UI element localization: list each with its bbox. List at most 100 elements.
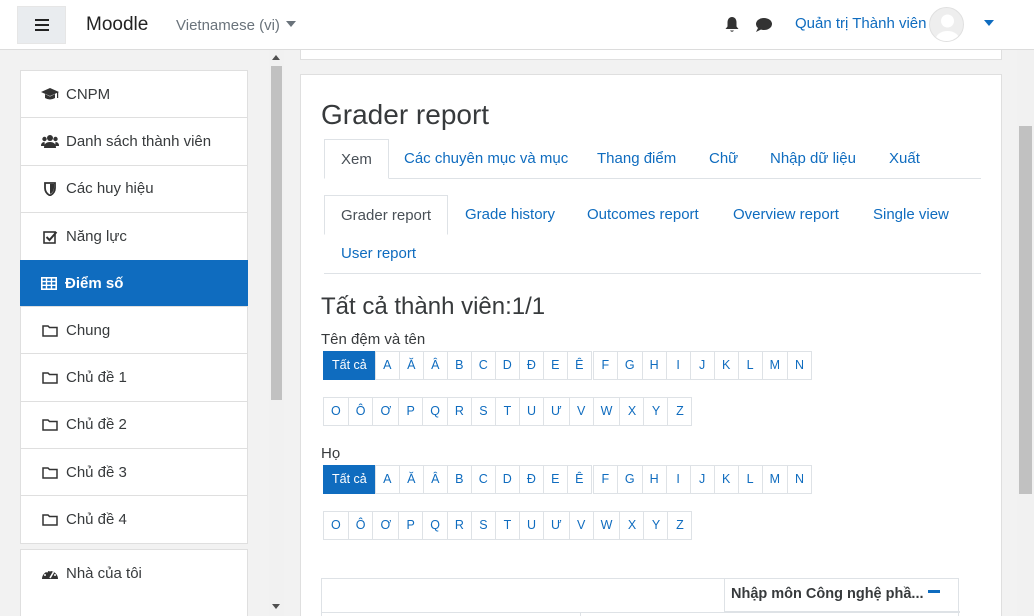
- letter-button[interactable]: L: [737, 351, 763, 380]
- tab-user-report[interactable]: User report: [325, 234, 432, 274]
- letter-button[interactable]: Đ: [518, 465, 544, 494]
- drawer-scroll-thumb[interactable]: [271, 66, 282, 400]
- letter-button[interactable]: V: [568, 511, 594, 540]
- letter-button[interactable]: M: [761, 351, 789, 380]
- letter-button[interactable]: E: [542, 351, 568, 380]
- letter-all-button[interactable]: Tất cả: [323, 351, 376, 380]
- sidebar-item-participants[interactable]: Danh sách thành viên: [21, 118, 247, 166]
- letter-button[interactable]: S: [470, 511, 496, 540]
- tab-outcomes-report[interactable]: Outcomes report: [571, 195, 715, 235]
- user-menu-chevron-icon[interactable]: [984, 20, 994, 26]
- letter-button[interactable]: F: [592, 351, 618, 380]
- letter-button[interactable]: W: [592, 397, 621, 426]
- letter-button[interactable]: R: [446, 397, 472, 426]
- letter-button[interactable]: I: [665, 351, 691, 380]
- letter-button[interactable]: A: [374, 351, 400, 380]
- tab-single-view[interactable]: Single view: [857, 195, 965, 235]
- drawer-toggle-button[interactable]: [17, 6, 66, 44]
- sidebar-item-topic-1[interactable]: Chủ đề 1: [21, 354, 247, 402]
- letter-button[interactable]: Y: [643, 511, 669, 540]
- tab-grader-report[interactable]: Grader report: [324, 195, 449, 235]
- letter-button[interactable]: F: [592, 465, 618, 494]
- letter-button[interactable]: O: [323, 511, 349, 540]
- letter-button[interactable]: D: [494, 351, 520, 380]
- sidebar-item-dashboard[interactable]: Nhà của tôi: [21, 550, 247, 597]
- letter-button[interactable]: Ơ: [372, 397, 400, 426]
- bell-icon[interactable]: [724, 16, 740, 33]
- letter-button[interactable]: N: [787, 351, 813, 380]
- letter-button[interactable]: Â: [422, 351, 448, 380]
- letter-button[interactable]: P: [398, 511, 424, 540]
- chat-icon[interactable]: [755, 17, 773, 33]
- letter-button[interactable]: N: [787, 465, 813, 494]
- tab-letters[interactable]: Chữ: [693, 139, 754, 179]
- scroll-down-icon[interactable]: [272, 604, 280, 609]
- letter-button[interactable]: U: [518, 511, 544, 540]
- letter-button[interactable]: M: [761, 465, 789, 494]
- drawer-scrollbar[interactable]: [269, 50, 284, 616]
- letter-button[interactable]: Ư: [542, 397, 570, 426]
- letter-button[interactable]: A: [374, 465, 400, 494]
- letter-button[interactable]: B: [446, 465, 472, 494]
- tab-scales[interactable]: Thang điểm: [581, 139, 692, 179]
- letter-button[interactable]: J: [689, 351, 715, 380]
- letter-button[interactable]: S: [470, 397, 496, 426]
- letter-button[interactable]: Ô: [347, 397, 374, 426]
- sidebar-item-grades[interactable]: Điểm số: [20, 260, 248, 307]
- letter-button[interactable]: Ê: [566, 465, 592, 494]
- sidebar-item-topic-2[interactable]: Chủ đề 2: [21, 402, 247, 449]
- letter-button[interactable]: P: [398, 397, 424, 426]
- tab-import[interactable]: Nhập dữ liệu: [754, 139, 872, 179]
- tab-export[interactable]: Xuất: [873, 139, 936, 179]
- sidebar-item-topic-3[interactable]: Chủ đề 3: [21, 449, 247, 497]
- sidebar-item-general[interactable]: Chung: [21, 307, 247, 355]
- letter-button[interactable]: V: [568, 397, 594, 426]
- letter-button[interactable]: Â: [422, 465, 448, 494]
- letter-button[interactable]: Ô: [347, 511, 374, 540]
- sidebar-item-topic-4[interactable]: Chủ đề 4: [21, 496, 247, 543]
- letter-button[interactable]: Ê: [566, 351, 592, 380]
- letter-button[interactable]: X: [619, 511, 645, 540]
- letter-button[interactable]: Ơ: [372, 511, 400, 540]
- letter-all-button[interactable]: Tất cả: [323, 465, 376, 494]
- letter-button[interactable]: T: [494, 511, 520, 540]
- letter-button[interactable]: C: [470, 351, 496, 380]
- letter-button[interactable]: Z: [667, 397, 693, 426]
- letter-button[interactable]: O: [323, 397, 349, 426]
- letter-button[interactable]: Đ: [518, 351, 544, 380]
- letter-button[interactable]: R: [446, 511, 472, 540]
- letter-button[interactable]: E: [542, 465, 568, 494]
- sidebar-item-badges[interactable]: Các huy hiệu: [21, 166, 247, 213]
- letter-button[interactable]: Ă: [398, 465, 424, 494]
- collapse-icon[interactable]: [927, 590, 940, 593]
- tab-categories-items[interactable]: Các chuyên mục và mục: [388, 139, 584, 179]
- avatar[interactable]: [929, 7, 964, 42]
- tab-overview-report[interactable]: Overview report: [717, 195, 855, 235]
- page-scroll-thumb[interactable]: [1019, 126, 1032, 494]
- tab-grade-history[interactable]: Grade history: [449, 195, 571, 235]
- letter-button[interactable]: H: [641, 465, 667, 494]
- letter-button[interactable]: H: [641, 351, 667, 380]
- letter-button[interactable]: Y: [643, 397, 669, 426]
- course-total-header[interactable]: Nhập môn Công nghệ phầ...: [724, 579, 960, 612]
- letter-button[interactable]: K: [713, 351, 739, 380]
- letter-button[interactable]: X: [619, 397, 645, 426]
- letter-button[interactable]: T: [494, 397, 520, 426]
- letter-button[interactable]: G: [616, 465, 643, 494]
- page-scrollbar[interactable]: [1017, 50, 1034, 616]
- letter-button[interactable]: W: [592, 511, 621, 540]
- user-name[interactable]: Quản trị Thành viên: [795, 15, 926, 32]
- letter-button[interactable]: G: [616, 351, 643, 380]
- letter-button[interactable]: Ư: [542, 511, 570, 540]
- letter-button[interactable]: Z: [667, 511, 693, 540]
- letter-button[interactable]: K: [713, 465, 739, 494]
- letter-button[interactable]: J: [689, 465, 715, 494]
- letter-button[interactable]: D: [494, 465, 520, 494]
- site-brand[interactable]: Moodle: [86, 14, 148, 36]
- letter-button[interactable]: I: [665, 465, 691, 494]
- letter-button[interactable]: B: [446, 351, 472, 380]
- letter-button[interactable]: C: [470, 465, 496, 494]
- letter-button[interactable]: Q: [422, 397, 448, 426]
- scroll-up-icon[interactable]: [272, 55, 280, 60]
- letter-button[interactable]: Q: [422, 511, 448, 540]
